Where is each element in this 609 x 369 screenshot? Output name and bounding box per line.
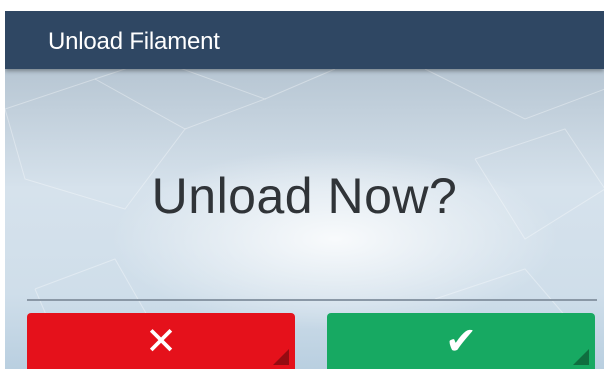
page-title: Unload Filament	[48, 28, 220, 55]
corner-triangle-icon	[273, 349, 289, 365]
checkmark-icon: ✔	[445, 319, 477, 363]
close-icon: ✕	[145, 319, 177, 363]
confirm-button[interactable]: ✔	[327, 313, 595, 369]
divider	[27, 299, 597, 301]
cancel-button[interactable]: ✕	[27, 313, 295, 369]
unload-prompt: Unload Now?	[151, 168, 458, 224]
title-bar: Unload Filament	[5, 11, 604, 69]
printer-screen: Unload Filament Unload Now? ✕ ✔	[5, 11, 604, 369]
corner-triangle-icon	[573, 349, 589, 365]
